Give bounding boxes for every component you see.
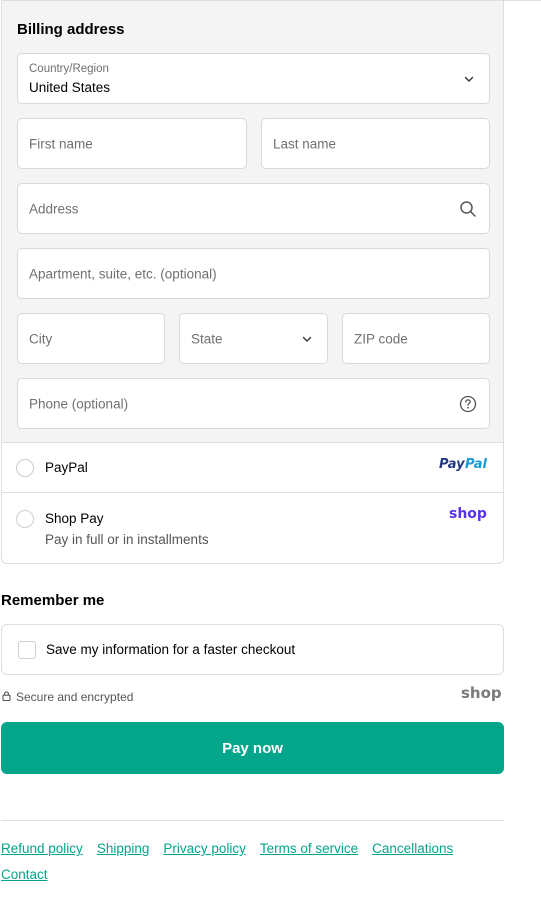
apartment-field[interactable]: Apartment, suite, etc. (optional) [17,248,490,299]
zip-code-field[interactable]: ZIP code [342,313,490,364]
state-select[interactable]: State [179,313,328,364]
pay-now-button[interactable]: Pay now [1,722,504,774]
address-placeholder: Address [29,201,79,216]
phone-placeholder: Phone (optional) [29,396,129,411]
secure-notice: Secure and encrypted [2,690,133,704]
shop-pay-logo: shop [449,505,489,528]
payment-option-paypal[interactable]: PayPal Pay Pal [1,442,504,493]
shop-logo: shop [461,683,503,708]
country-region-select[interactable]: Country/Region United States [17,53,490,104]
first-name-field[interactable]: First name [17,118,247,169]
shop-pay-radio[interactable] [16,510,34,528]
state-placeholder: State [191,331,223,346]
chevron-down-icon [463,73,475,85]
city-field[interactable]: City [17,313,165,364]
help-icon[interactable] [459,395,477,413]
footer-links: Refund policy Shipping Privacy policy Terms… [1,836,501,888]
shipping-link[interactable]: Shipping [97,836,150,862]
search-icon[interactable] [459,200,477,218]
billing-address-section: Billing address Country/Region United St… [1,0,504,443]
remember-me-title: Remember me [1,592,105,609]
save-info-label: Save my information for a faster checkou… [46,642,296,657]
footer-divider [1,820,504,821]
header-divider [504,0,541,1]
last-name-placeholder: Last name [273,136,337,151]
lock-icon [2,690,11,704]
billing-address-title: Billing address [17,21,125,38]
chevron-down-icon [301,333,313,345]
apartment-placeholder: Apartment, suite, etc. (optional) [29,266,217,281]
phone-field[interactable]: Phone (optional) [17,378,490,429]
shop-pay-label: Shop Pay [45,511,104,526]
svg-text:shop: shop [461,684,502,702]
first-name-placeholder: First name [29,136,93,151]
secure-text: Secure and encrypted [16,690,134,704]
privacy-policy-link[interactable]: Privacy policy [163,836,246,862]
contact-link[interactable]: Contact [1,862,48,888]
address-field[interactable]: Address [17,183,490,234]
shop-pay-sublabel: Pay in full or in installments [45,532,209,547]
svg-text:Pay: Pay [439,457,465,472]
paypal-label: PayPal [45,460,88,475]
last-name-field[interactable]: Last name [261,118,490,169]
save-info-checkbox[interactable] [18,641,36,659]
cancellations-link[interactable]: Cancellations [372,836,453,862]
refund-policy-link[interactable]: Refund policy [1,836,83,862]
payment-option-shop-pay[interactable]: Shop Pay Pay in full or in installments … [1,492,504,564]
terms-of-service-link[interactable]: Terms of service [260,836,358,862]
paypal-radio[interactable] [16,459,34,477]
svg-text:Pal: Pal [465,457,487,472]
city-placeholder: City [29,331,53,346]
country-region-label: Country/Region [29,63,109,75]
country-region-value: United States [29,80,111,95]
remember-me-box[interactable]: Save my information for a faster checkou… [1,624,504,675]
svg-text:shop: shop [449,506,487,522]
paypal-logo: Pay Pal [439,454,489,477]
zip-code-placeholder: ZIP code [354,331,408,346]
